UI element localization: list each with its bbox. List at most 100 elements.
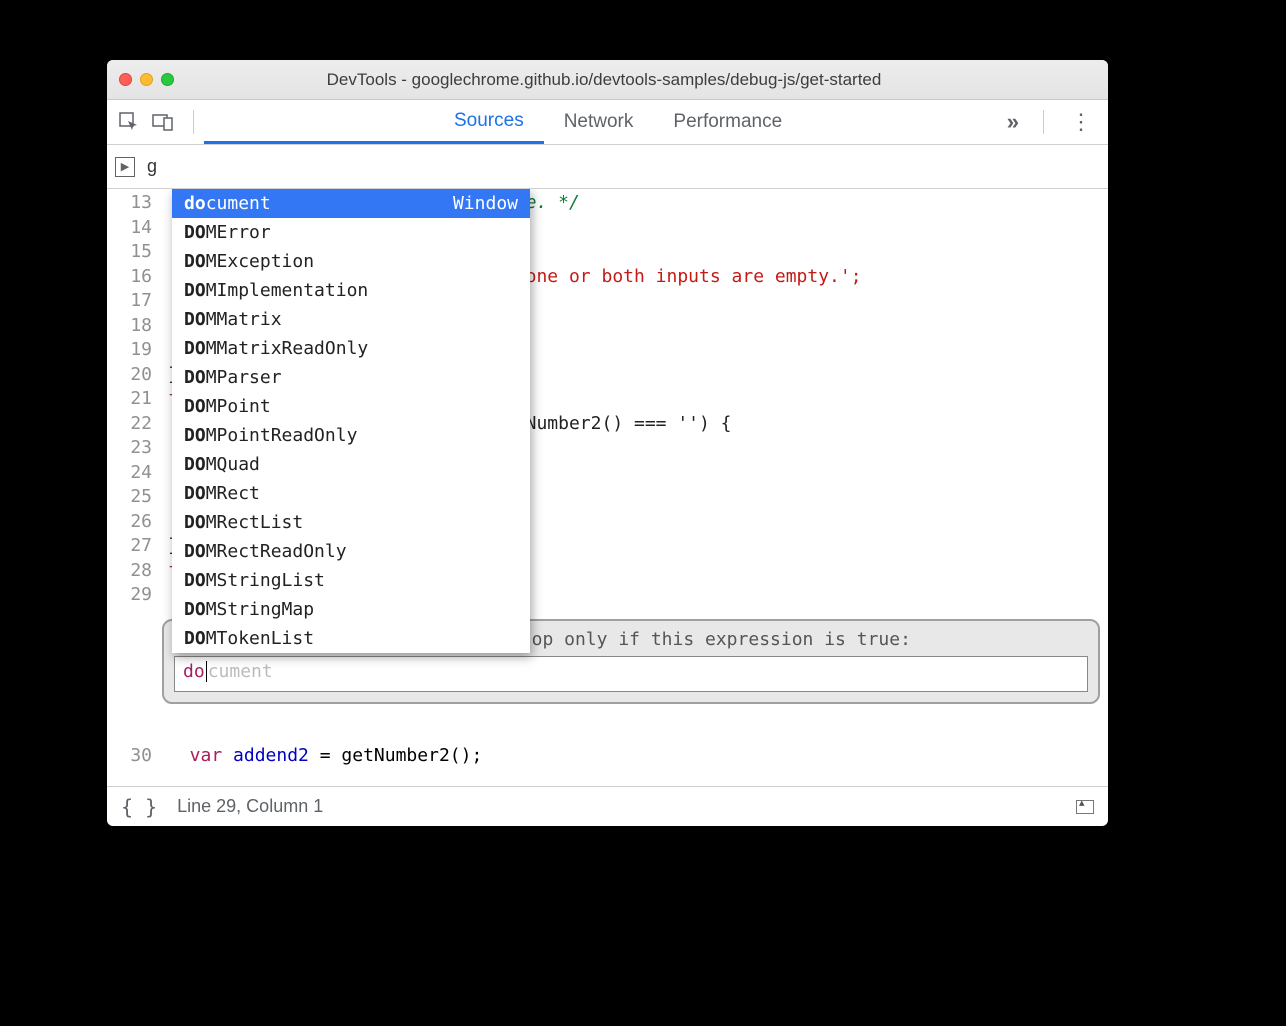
line-number[interactable]: 22 [107,412,152,437]
autocomplete-item[interactable]: DOMTokenList [172,624,530,653]
titlebar: DevTools - googlechrome.github.io/devtoo… [107,60,1108,100]
autocomplete-rest: MImplementation [206,280,369,301]
kebab-menu-icon[interactable]: ⋮ [1054,109,1108,135]
line-number[interactable]: 30 [107,744,162,769]
line-number[interactable]: 20 [107,363,152,388]
line-number[interactable]: 18 [107,314,152,339]
autocomplete-match: DO [184,454,206,475]
tab-sources[interactable]: Sources [204,100,544,144]
autocomplete-rest: MPoint [206,396,271,417]
line-number[interactable]: 15 [107,240,152,265]
devtools-window: DevTools - googlechrome.github.io/devtoo… [107,60,1108,826]
open-file-chip[interactable]: g [147,156,157,177]
line-number[interactable]: 28 [107,559,152,584]
autocomplete-rest: MPointReadOnly [206,425,358,446]
minimize-window-button[interactable] [140,73,153,86]
autocomplete-match: DO [184,483,206,504]
autocomplete-item[interactable]: DOMPoint [172,392,530,421]
tab-network[interactable]: Network [544,100,654,144]
autocomplete-rest: MStringMap [206,599,314,620]
tabs-overflow-icon[interactable]: » [993,109,1033,135]
line-number[interactable]: 29 [107,583,152,608]
autocomplete-item[interactable]: DOMParser [172,363,530,392]
autocomplete-rest: MTokenList [206,628,314,649]
tab-performance[interactable]: Performance [653,100,802,144]
autocomplete-rest: MRect [206,483,260,504]
line-number[interactable]: 25 [107,485,152,510]
autocomplete-item[interactable]: DOMImplementation [172,276,530,305]
code-fragment: addend2 [233,745,309,766]
inspect-element-icon[interactable] [115,108,143,136]
code-fragment: var [168,745,233,766]
autocomplete-match: DO [184,367,206,388]
autocomplete-item[interactable]: DOMRectReadOnly [172,537,530,566]
device-toolbar-icon[interactable] [149,108,177,136]
autocomplete-item[interactable]: DOMMatrixReadOnly [172,334,530,363]
autocomplete-match: DO [184,309,206,330]
autocomplete-item[interactable]: DOMRectList [172,508,530,537]
line-number[interactable]: 14 [107,216,152,241]
autocomplete-match: DO [184,338,206,359]
autocomplete-rest: MError [206,222,271,243]
autocomplete-rest: MMatrixReadOnly [206,338,369,359]
autocomplete-item[interactable]: DOMStringMap [172,595,530,624]
line-number[interactable]: 19 [107,338,152,363]
autocomplete-item[interactable]: DOMException [172,247,530,276]
autocomplete-type-hint: Window [453,193,518,214]
line-number[interactable]: 13 [107,191,152,216]
autocomplete-rest: MStringList [206,570,325,591]
debugger-resume-icon[interactable]: ▶ [115,157,135,177]
autocomplete-rest: MRectList [206,512,304,533]
line-number[interactable]: 17 [107,289,152,314]
autocomplete-rest: MException [206,251,314,272]
maximize-window-button[interactable] [161,73,174,86]
line-gutter[interactable]: 13 14 15 16 17 18 19 20 21 22 23 24 25 2… [107,189,162,786]
autocomplete-rest: cument [206,193,271,214]
divider [193,110,194,134]
autocomplete-match: DO [184,512,206,533]
autocomplete-item[interactable]: DOMQuad [172,450,530,479]
autocomplete-popup[interactable]: document Window DOMError DOMException DO… [172,189,530,653]
autocomplete-match: do [184,193,206,214]
line-number[interactable]: 23 [107,436,152,461]
autocomplete-match: DO [184,396,206,417]
line-number[interactable]: 27 [107,534,152,559]
autocomplete-match: DO [184,280,206,301]
autocomplete-match: DO [184,541,206,562]
autocomplete-match: DO [184,251,206,272]
autocomplete-item[interactable]: DOMMatrix [172,305,530,334]
close-window-button[interactable] [119,73,132,86]
autocomplete-rest: MParser [206,367,282,388]
autocomplete-item[interactable]: DOMStringList [172,566,530,595]
line-number[interactable]: 24 [107,461,152,486]
autocomplete-item[interactable]: DOMError [172,218,530,247]
code-line-30: var addend2 = getNumber2(); [168,744,482,769]
line-number[interactable]: 21 [107,387,152,412]
status-bar: { } Line 29, Column 1 [107,786,1108,826]
autocomplete-item[interactable]: DOMPointReadOnly [172,421,530,450]
code-editor[interactable]: 13 14 15 16 17 18 19 20 21 22 23 24 25 2… [107,189,1108,786]
traffic-lights [119,73,174,86]
cursor-position: Line 29, Column 1 [177,796,323,817]
autocomplete-item[interactable]: document Window [172,189,530,218]
autocomplete-match: DO [184,628,206,649]
tab-performance-label: Performance [673,111,782,133]
code-fragment: getNumber2(); [341,745,482,766]
breakpoint-expression-input[interactable]: document [174,656,1088,692]
line-number[interactable]: 26 [107,510,152,535]
input-typed-text: do [183,661,205,682]
autocomplete-item[interactable]: DOMRect [172,479,530,508]
autocomplete-rest: MMatrix [206,309,282,330]
line-number[interactable]: 16 [107,265,152,290]
sources-toolbar: ▶ g [107,145,1108,189]
tab-sources-label: Sources [454,110,524,132]
code-fragment: = [309,745,342,766]
autocomplete-match: DO [184,570,206,591]
divider [1043,110,1044,134]
pretty-print-icon[interactable]: { } [121,795,157,819]
autocomplete-rest: MRectReadOnly [206,541,347,562]
drawer-toggle-icon[interactable] [1076,800,1094,814]
window-title: DevTools - googlechrome.github.io/devtoo… [182,70,1096,90]
autocomplete-rest: MQuad [206,454,260,475]
code-fragment: r: one or both inputs are empty.'; [493,266,861,287]
